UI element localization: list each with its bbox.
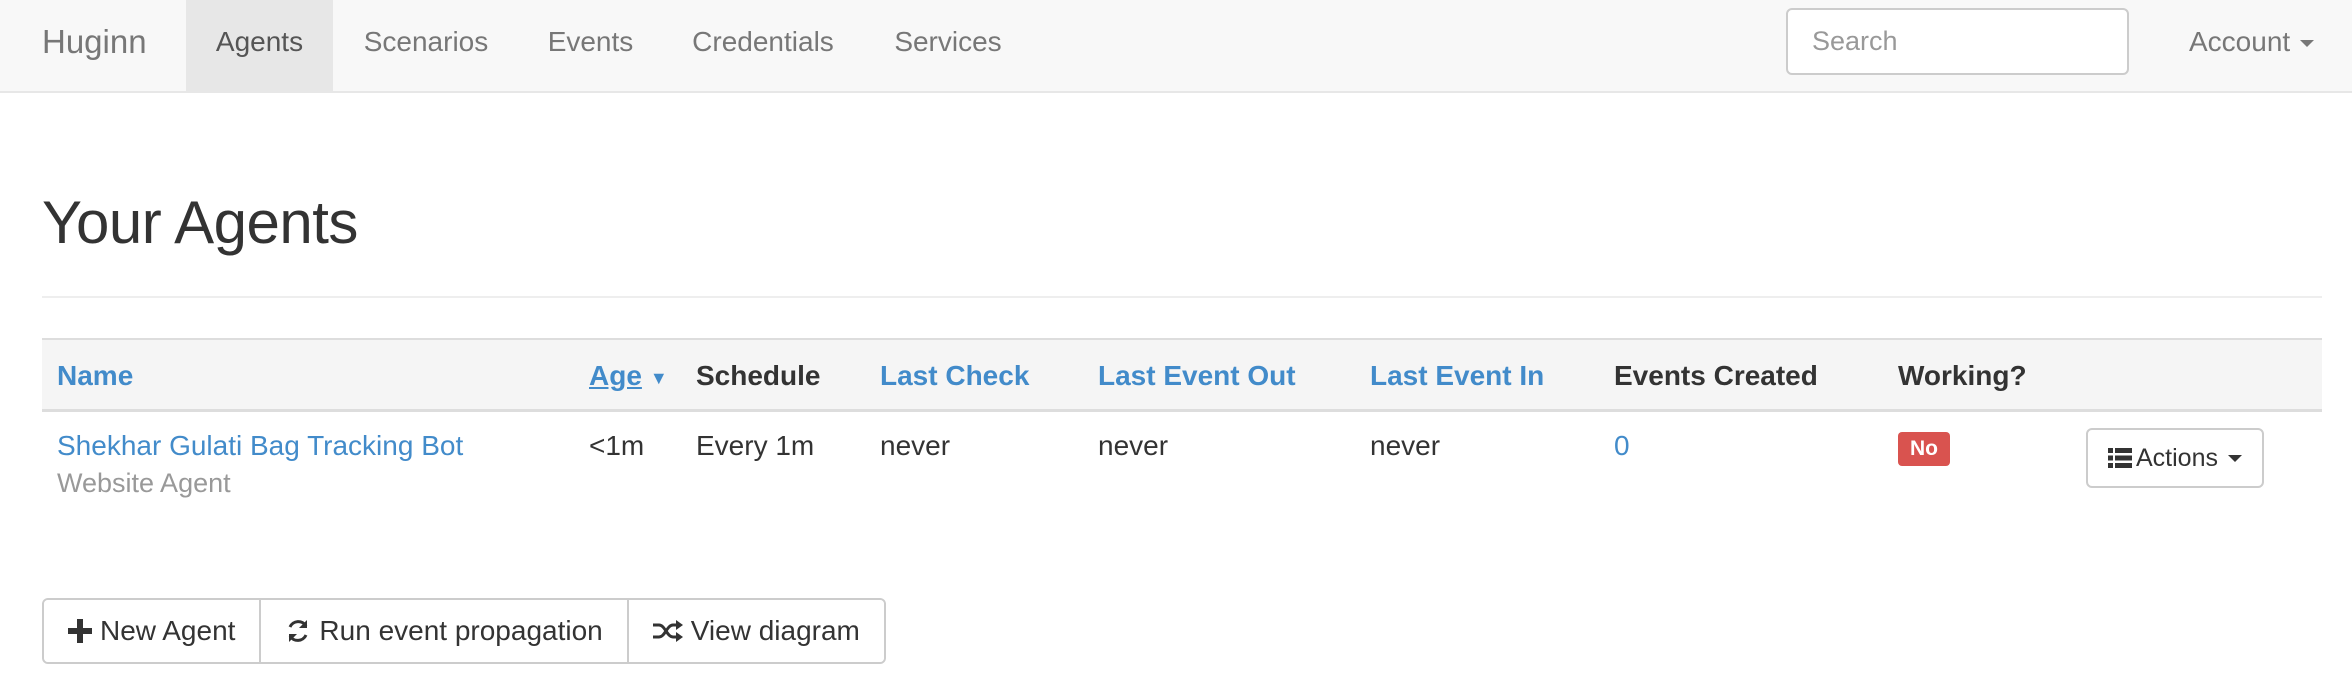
agent-age: <1m [589, 430, 645, 461]
column-header-last-check[interactable]: Last Check [880, 358, 1029, 394]
page-title: Your Agents [42, 189, 358, 256]
column-header-last-event-in[interactable]: Last Event In [1370, 358, 1544, 394]
agent-last-check: never [880, 430, 951, 461]
column-header-age[interactable]: Age ▼ [589, 358, 668, 396]
agent-type: Website Agent [57, 468, 231, 498]
column-header-working: Working? [1898, 360, 2027, 391]
random-icon [652, 620, 683, 642]
column-header-schedule: Schedule [696, 360, 821, 391]
agent-name-link[interactable]: Shekhar Gulati Bag Tracking Bot [57, 428, 463, 464]
column-header-name[interactable]: Name [57, 358, 133, 394]
run-event-propagation-button[interactable]: Run event propagation [259, 600, 627, 662]
view-diagram-button[interactable]: View diagram [626, 600, 884, 662]
agent-schedule: Every 1m [696, 430, 815, 461]
refresh-icon [289, 620, 308, 642]
actions-label: Actions [2136, 443, 2218, 472]
chevron-down-icon [2300, 40, 2315, 48]
column-header-last-event-out[interactable]: Last Event Out [1098, 358, 1296, 394]
nav-item-events[interactable]: Events [519, 0, 662, 91]
agent-actions-button-group: New Agent Run event propagation View dia… [42, 598, 886, 664]
account-menu[interactable]: Account [2189, 0, 2315, 91]
nav-item-credentials[interactable]: Credentials [662, 0, 864, 91]
agent-last-event-in: never [1370, 430, 1441, 461]
caret-down-icon: ▼ [649, 367, 668, 388]
nav-item-agents[interactable]: Agents [186, 0, 333, 91]
chevron-down-icon [2227, 454, 2242, 462]
column-header-age-label: Age [589, 360, 642, 391]
nav-item-scenarios[interactable]: Scenarios [333, 0, 519, 91]
column-header-events-created: Events Created [1614, 360, 1818, 391]
run-event-propagation-label: Run event propagation [319, 615, 603, 646]
agent-last-event-out: never [1098, 430, 1169, 461]
view-diagram-label: View diagram [690, 615, 860, 646]
brand-link[interactable]: Huginn [42, 0, 147, 91]
plus-icon [68, 619, 92, 643]
new-agent-button[interactable]: New Agent [44, 600, 260, 662]
nav-item-services[interactable]: Services [864, 0, 1032, 91]
account-label: Account [2189, 26, 2291, 57]
agent-events-created-link[interactable]: 0 [1614, 428, 1630, 464]
navbar: Huginn Agents Scenarios Events Credentia… [0, 0, 2352, 93]
actions-dropdown-button[interactable]: Actions [2086, 428, 2264, 488]
search-input[interactable] [1786, 8, 2129, 75]
new-agent-label: New Agent [100, 615, 236, 646]
header-divider [42, 296, 2322, 298]
list-icon [2108, 448, 2132, 468]
working-status-badge: No [1898, 432, 1950, 466]
